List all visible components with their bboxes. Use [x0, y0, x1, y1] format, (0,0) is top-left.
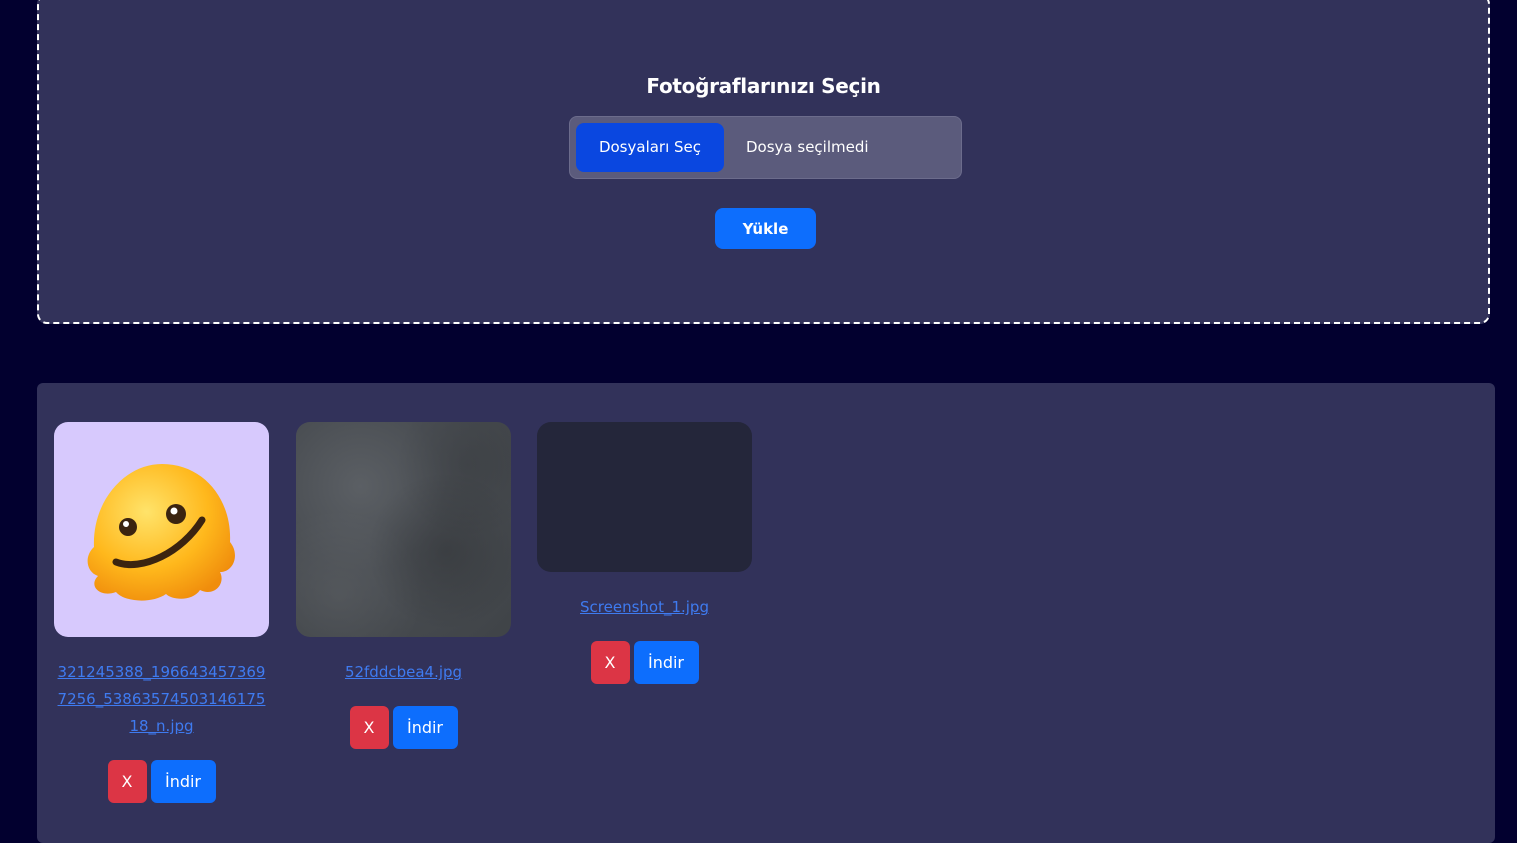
no-file-label: Dosya seçilmedi [746, 138, 869, 156]
upload-button[interactable]: Yükle [715, 208, 816, 249]
melting-face-emoji-image [54, 422, 269, 637]
choose-files-button[interactable]: Dosyaları Seç [576, 123, 724, 172]
delete-button[interactable]: X [107, 760, 147, 803]
melting-face-icon [87, 464, 235, 601]
file-input[interactable]: Dosyaları Seç Dosya seçilmedi [569, 116, 962, 179]
upload-title: Fotoğraflarınızı Seçin [646, 74, 881, 98]
photo-filename-link[interactable]: 52fddcbea4.jpg [297, 659, 510, 686]
download-button[interactable]: İndir [633, 641, 699, 684]
photo-filename-link[interactable]: 321245388_1966434573697256_5386357450314… [55, 659, 268, 740]
upload-panel: Fotoğraflarınızı Seçin Dosyaları Seç Dos… [37, 0, 1490, 324]
delete-button[interactable]: X [590, 641, 630, 684]
delete-button[interactable]: X [349, 706, 389, 749]
photo-card: 321245388_1966434573697256_5386357450314… [54, 422, 269, 803]
gray-texture-image [296, 422, 511, 637]
photo-actions: X İndir [296, 706, 511, 749]
download-button[interactable]: İndir [150, 760, 216, 803]
photo-gallery: 321245388_1966434573697256_5386357450314… [37, 383, 1495, 843]
photo-card: 52fddcbea4.jpg X İndir [296, 422, 511, 749]
photo-actions: X İndir [537, 641, 752, 684]
photo-card: Screenshot_1.jpg X İndir [537, 422, 752, 684]
dark-screenshot-image [537, 422, 752, 572]
download-button[interactable]: İndir [392, 706, 458, 749]
photo-actions: X İndir [54, 760, 269, 803]
photo-filename-link[interactable]: Screenshot_1.jpg [538, 594, 751, 621]
